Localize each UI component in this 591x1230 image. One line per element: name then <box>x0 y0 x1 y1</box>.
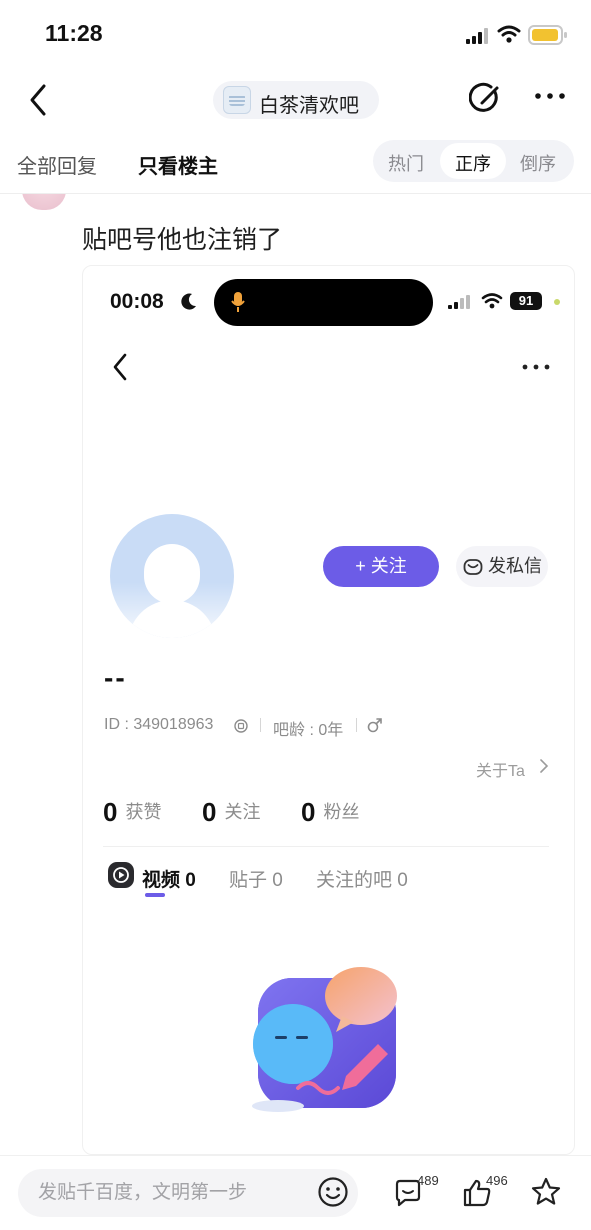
dynamic-island <box>214 279 433 326</box>
tab-indicator <box>145 893 165 897</box>
divider <box>356 718 357 732</box>
edit-icon[interactable] <box>469 82 503 116</box>
wifi-icon <box>497 25 521 43</box>
back-icon[interactable] <box>26 82 50 118</box>
nav-bar: 白茶清欢吧 <box>0 70 591 130</box>
status-time: 11:28 <box>45 20 103 46</box>
tab-videos[interactable]: 视频 0 <box>142 865 196 892</box>
microphone-icon <box>231 292 245 312</box>
follow-button[interactable]: + 关注 <box>323 546 439 587</box>
status-bar: 11:28 <box>0 0 591 66</box>
male-gender-icon <box>367 718 382 733</box>
sort-hot[interactable]: 热门 <box>388 150 424 176</box>
tab-posts[interactable]: 贴子 0 <box>229 865 283 892</box>
copy-icon[interactable] <box>234 719 248 733</box>
screenshot-signal-icon <box>448 295 470 309</box>
privacy-dot <box>554 299 560 305</box>
forum-avatar <box>223 86 251 114</box>
screenshot-battery: 91 <box>510 292 542 310</box>
stat-following[interactable]: 0 关注 <box>202 797 260 828</box>
chevron-right-icon <box>540 759 549 773</box>
like-count: 496 <box>486 1173 508 1188</box>
divider <box>260 718 261 732</box>
emoji-icon[interactable] <box>317 1176 349 1208</box>
empty-state-illustration <box>252 967 397 1112</box>
screenshot-back-icon[interactable] <box>110 352 130 382</box>
sort-descending[interactable]: 倒序 <box>520 150 556 176</box>
profile-avatar <box>110 514 234 638</box>
embedded-screenshot[interactable]: 00:08 91 + 关注 发私信 -- ID: 349018963 吧龄:… <box>82 265 575 1155</box>
reply-bar: 发贴千百度，文明第一步 489 496 <box>0 1155 591 1230</box>
star-icon[interactable] <box>530 1176 562 1208</box>
divider <box>103 846 549 847</box>
battery-icon <box>528 25 567 45</box>
sort-segmented-control: 热门 正序 倒序 <box>373 140 574 182</box>
cellular-signal-icon <box>466 28 488 44</box>
reply-input[interactable]: 发贴千百度，文明第一步 <box>18 1169 358 1217</box>
stat-likes[interactable]: 0 获赞 <box>103 797 161 828</box>
profile-forum-age: 吧龄 : 0年 <box>273 722 344 739</box>
about-link[interactable]: 关于Ta <box>476 757 525 781</box>
stat-fans[interactable]: 0 粉丝 <box>301 797 359 828</box>
forum-title-pill[interactable]: 白茶清欢吧 <box>213 81 379 119</box>
video-icon <box>108 862 134 888</box>
message-icon <box>463 559 483 575</box>
comment-count: 489 <box>417 1173 439 1188</box>
reply-filter-row: 全部回复 只看楼主 热门 正序 倒序 <box>0 140 591 184</box>
tab-followed-forums[interactable]: 关注的吧 0 <box>316 865 408 892</box>
sort-ascending[interactable]: 正序 <box>440 143 506 179</box>
profile-username: -- <box>104 662 127 693</box>
tab-all-replies[interactable]: 全部回复 <box>17 150 97 179</box>
screenshot-wifi-icon <box>481 293 503 309</box>
post-text: 贴吧号他也注销了 <box>82 226 283 254</box>
forum-title: 白茶清欢吧 <box>259 95 359 117</box>
divider <box>0 193 591 194</box>
screenshot-time: 00:08 <box>110 290 164 313</box>
screenshot-more-icon[interactable] <box>522 364 550 370</box>
tab-owner-only[interactable]: 只看楼主 <box>138 150 218 179</box>
profile-id: ID : 349018963 <box>104 716 214 733</box>
more-icon[interactable] <box>534 92 566 100</box>
moon-icon <box>181 293 196 310</box>
